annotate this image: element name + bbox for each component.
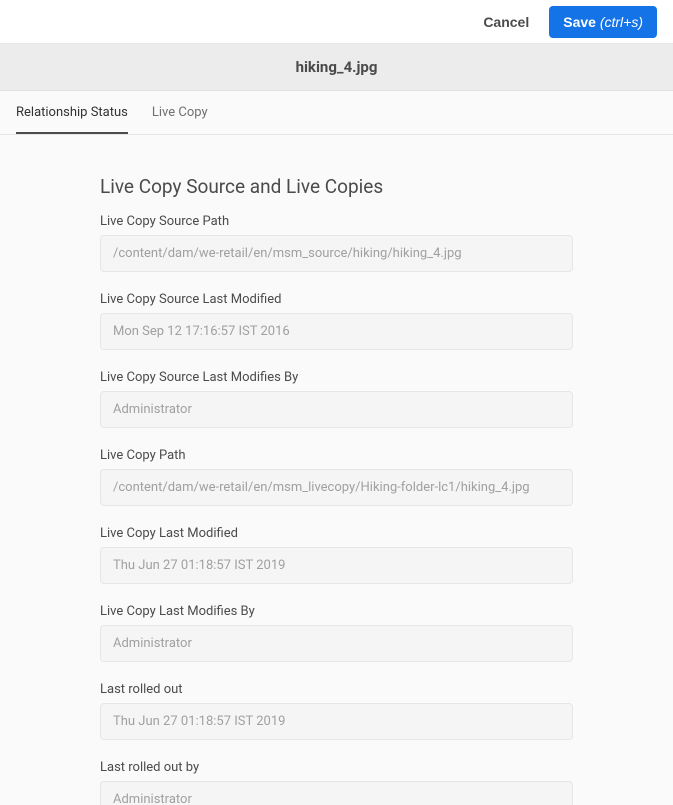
field-live-copy-last-modified-by: Live Copy Last Modifies By [100,604,573,662]
save-shortcut: (ctrl+s) [600,14,643,30]
top-bar: Cancel Save (ctrl+s) [0,0,673,44]
input-source-last-modified-by [100,391,573,428]
field-live-copy-last-modified: Live Copy Last Modified [100,526,573,584]
input-source-last-modified [100,313,573,350]
label-source-path: Live Copy Source Path [100,214,573,229]
tab-list: Relationship Status Live Copy [0,91,673,135]
input-live-copy-last-modified [100,547,573,584]
tab-live-copy[interactable]: Live Copy [152,91,208,134]
input-source-path [100,235,573,272]
section-heading-live-copy: Live Copy Source and Live Copies [100,175,573,198]
label-last-rolled-out: Last rolled out [100,682,573,697]
header-bar: hiking_4.jpg [0,44,673,91]
label-live-copy-last-modified: Live Copy Last Modified [100,526,573,541]
tab-relationship-status[interactable]: Relationship Status [16,91,128,134]
field-last-rolled-out: Last rolled out [100,682,573,740]
label-live-copy-last-modified-by: Live Copy Last Modifies By [100,604,573,619]
field-last-rolled-out-by: Last rolled out by [100,760,573,805]
input-last-rolled-out-by [100,781,573,805]
field-source-last-modified-by: Live Copy Source Last Modifies By [100,370,573,428]
label-live-copy-path: Live Copy Path [100,448,573,463]
field-source-path: Live Copy Source Path [100,214,573,272]
field-live-copy-path: Live Copy Path [100,448,573,506]
scroll-region[interactable]: Relationship Status Live Copy Live Copy … [0,91,673,805]
label-source-last-modified: Live Copy Source Last Modified [100,292,573,307]
save-label: Save [563,14,596,30]
save-button[interactable]: Save (ctrl+s) [549,6,657,38]
label-last-rolled-out-by: Last rolled out by [100,760,573,775]
cancel-button[interactable]: Cancel [479,8,533,36]
input-live-copy-path [100,469,573,506]
label-source-last-modified-by: Live Copy Source Last Modifies By [100,370,573,385]
page-title: hiking_4.jpg [0,58,673,76]
field-source-last-modified: Live Copy Source Last Modified [100,292,573,350]
content-panel: Live Copy Source and Live Copies Live Co… [0,135,673,805]
input-live-copy-last-modified-by [100,625,573,662]
input-last-rolled-out [100,703,573,740]
